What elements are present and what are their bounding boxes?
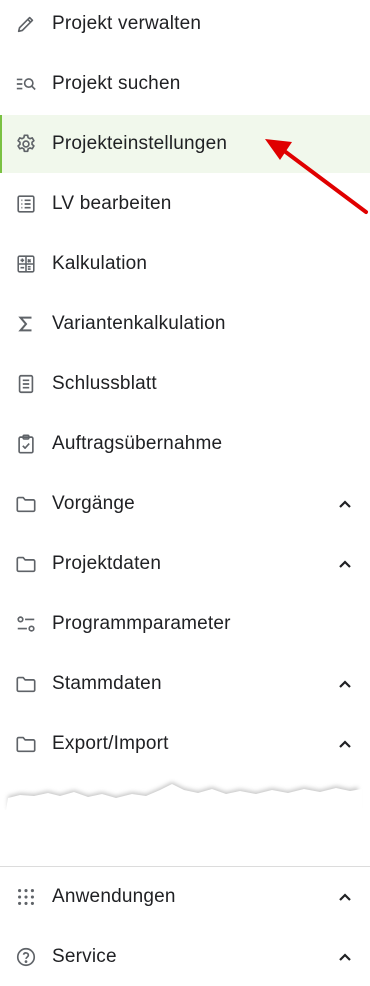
menu-item-label: Variantenkalkulation — [52, 313, 226, 334]
menu-item-label: Programmparameter — [52, 613, 231, 634]
menu-item-stammdaten[interactable]: Stammdaten — [0, 655, 370, 713]
menu-item-projekt-verwalten[interactable]: Projekt verwalten — [0, 0, 370, 53]
sliders-icon — [14, 612, 38, 636]
gear-icon — [14, 132, 38, 156]
menu-item-programmparameter[interactable]: Programmparameter — [0, 595, 370, 653]
help-circle-icon — [14, 945, 38, 969]
menu-item-export-import[interactable]: Export/Import — [0, 715, 370, 773]
chevron-up-icon[interactable] — [336, 735, 354, 753]
calculator-icon — [14, 252, 38, 276]
menu-item-label: Projekteinstellungen — [52, 133, 228, 154]
chevron-up-icon[interactable] — [336, 555, 354, 573]
menu-item-label: Projekt verwalten — [52, 13, 202, 34]
list-document-icon — [14, 192, 38, 216]
pencil-icon — [14, 12, 38, 36]
folder-icon — [14, 732, 38, 756]
menu-item-label: LV bearbeiten — [52, 193, 172, 214]
torn-edge-divider — [6, 782, 362, 810]
menu-divider — [0, 866, 370, 867]
menu-item-vorgaenge[interactable]: Vorgänge — [0, 475, 370, 533]
sigma-icon — [14, 312, 38, 336]
chevron-up-icon[interactable] — [336, 948, 354, 966]
menu-item-label: Projektdaten — [52, 553, 162, 574]
menu-item-auftragsuebernahme[interactable]: Auftragsübernahme — [0, 415, 370, 473]
folder-icon — [14, 552, 38, 576]
menu-item-schlussblatt[interactable]: Schlussblatt — [0, 355, 370, 413]
menu-item-label: Anwendungen — [52, 886, 176, 907]
menu-item-label: Export/Import — [52, 733, 169, 754]
menu-item-lv-bearbeiten[interactable]: LV bearbeiten — [0, 175, 370, 233]
menu-item-label: Auftragsübernahme — [52, 433, 223, 454]
list-search-icon — [14, 72, 38, 96]
menu-item-kalkulation[interactable]: Kalkulation — [0, 235, 370, 293]
menu-item-label: Stammdaten — [52, 673, 162, 694]
apps-grid-icon — [14, 885, 38, 909]
menu-item-label: Vorgänge — [52, 493, 135, 514]
folder-icon — [14, 672, 38, 696]
document-icon — [14, 372, 38, 396]
menu-item-anwendungen[interactable]: Anwendungen — [0, 868, 370, 926]
menu-item-projekteinstellungen[interactable]: Projekteinstellungen — [0, 115, 370, 173]
menu-item-label: Kalkulation — [52, 253, 148, 274]
menu-item-projektdaten[interactable]: Projektdaten — [0, 535, 370, 593]
menu-item-variantenkalkulation[interactable]: Variantenkalkulation — [0, 295, 370, 353]
menu-item-projekt-suchen[interactable]: Projekt suchen — [0, 55, 370, 113]
menu-item-label: Service — [52, 946, 117, 967]
menu-item-service[interactable]: Service — [0, 928, 370, 986]
clipboard-check-icon — [14, 432, 38, 456]
chevron-up-icon[interactable] — [336, 675, 354, 693]
chevron-up-icon[interactable] — [336, 888, 354, 906]
menu-item-label: Projekt suchen — [52, 73, 181, 94]
menu-item-label: Schlussblatt — [52, 373, 157, 394]
chevron-up-icon[interactable] — [336, 495, 354, 513]
folder-icon — [14, 492, 38, 516]
